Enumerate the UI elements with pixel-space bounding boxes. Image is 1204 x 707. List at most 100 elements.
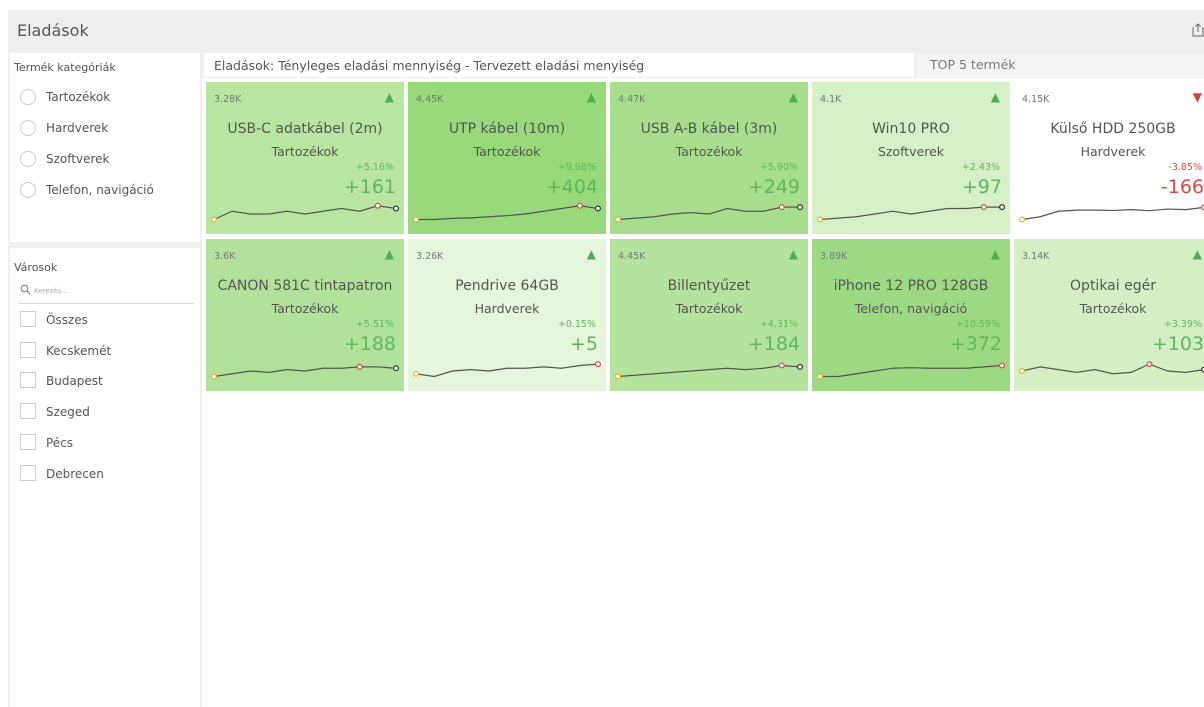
city-option-label: Budapest — [46, 374, 103, 388]
tab-top5-label: TOP 5 termék — [930, 57, 1016, 72]
sparkline-start-point — [412, 370, 420, 377]
sparkline-end-point — [393, 365, 400, 372]
card-product-name: Külső HDD 250GB — [1050, 121, 1176, 137]
sparkline — [816, 362, 1006, 380]
card-category: Hardverek — [474, 301, 540, 316]
card-percent: +2.43% — [961, 162, 1000, 173]
sparkline-start-point — [816, 216, 824, 223]
card-percent: +5.51% — [355, 319, 394, 330]
checkbox-icon[interactable] — [20, 434, 36, 450]
kpi-card[interactable]: 4.15K ▼ Külső HDD 250GB Hardverek -3.85% -166 — [1014, 82, 1204, 234]
sparkline-end-point — [393, 205, 400, 212]
triangle-up-icon: ▲ — [586, 247, 596, 261]
sparkline-end-point — [797, 363, 804, 370]
card-category: Tartozékok — [271, 301, 339, 316]
sparkline-max-point — [1146, 361, 1153, 368]
sparkline-line — [819, 206, 1002, 221]
triangle-up-icon: ▲ — [990, 247, 1000, 261]
sparkline-start-point — [412, 216, 420, 223]
card-product-name: UTP kábel (10m) — [448, 121, 566, 137]
sparkline-end-point — [797, 204, 804, 211]
checkbox-icon[interactable] — [20, 311, 36, 327]
city-search-input[interactable] — [34, 283, 184, 299]
sparkline-start-point — [210, 373, 218, 380]
checkbox-icon[interactable] — [20, 342, 36, 358]
card-percent: +3.39% — [1163, 319, 1202, 330]
card-actual-value: 4.15K — [1022, 94, 1050, 105]
export-icon[interactable] — [1192, 23, 1204, 41]
sparkline-max-point — [778, 362, 785, 369]
checkbox-icon[interactable] — [20, 372, 36, 388]
card-actual-value: 3.6K — [214, 251, 236, 262]
card-category: Telefon, navigáció — [854, 301, 968, 316]
card-product-name: Win10 PRO — [872, 121, 950, 137]
city-filter-panel: Városok Összes Kecskemét Budapest Szeged — [10, 248, 200, 707]
city-search-box[interactable] — [18, 283, 194, 304]
sparkline-line — [1021, 206, 1204, 221]
card-delta: +97 — [961, 176, 1002, 198]
kpi-card[interactable]: 4.1K ▲ Win10 PRO Szoftverek +2.43% +97 — [812, 82, 1010, 234]
kpi-card[interactable]: 4.45K ▲ UTP kábel (10m) Tartozékok +9.98% +40… — [408, 82, 606, 234]
triangle-up-icon: ▲ — [586, 90, 596, 104]
sparkline — [1018, 204, 1204, 223]
card-actual-value: 4.47K — [618, 94, 646, 105]
triangle-up-icon: ▲ — [384, 247, 394, 261]
kpi-card[interactable]: 3.26K ▲ Pendrive 64GB Hardverek +0.15% +5 — [408, 239, 606, 391]
category-option-label: Telefon, navigáció — [46, 183, 154, 197]
sparkline-line — [416, 205, 599, 221]
card-actual-value: 3.26K — [416, 251, 444, 262]
card-delta: +184 — [747, 333, 800, 355]
sparkline-max-point — [595, 361, 602, 368]
kpi-card[interactable]: 4.47K ▲ USB A-B kábel (3m) Tartozékok +5.90%… — [610, 82, 808, 234]
tab-sales-difference[interactable]: Eladások: Tényleges eladási mennyiség - … — [204, 53, 914, 77]
card-delta: +188 — [343, 333, 396, 355]
card-actual-value: 4.1K — [820, 94, 842, 105]
card-product-name: Billentyűzet — [667, 278, 751, 294]
card-percent: -3.85% — [1168, 162, 1202, 173]
card-delta: +5 — [569, 333, 598, 355]
checkbox-icon[interactable] — [20, 403, 36, 419]
card-product-name: CANON 581C tintapatron — [217, 278, 393, 294]
kpi-card[interactable]: 3.89K ▲ iPhone 12 PRO 128GB Telefon, navigá… — [812, 239, 1010, 391]
city-option-label: Debrecen — [46, 467, 104, 481]
sparkline-max-point — [980, 204, 987, 211]
sparkline-max-point — [778, 204, 785, 211]
city-option-label: Kecskemét — [46, 344, 112, 358]
triangle-up-icon: ▲ — [788, 247, 798, 261]
card-product-name: Pendrive 64GB — [455, 278, 559, 294]
sparkline-line — [820, 364, 1003, 378]
category-option-label: Szoftverek — [46, 152, 110, 166]
triangle-down-icon: ▼ — [1192, 90, 1202, 104]
checkbox-icon[interactable] — [20, 465, 36, 481]
card-actual-value: 4.45K — [618, 251, 646, 262]
card-category: Tartozékok — [675, 144, 743, 159]
sparkline-max-point — [356, 363, 363, 370]
category-option-label: Hardverek — [46, 121, 109, 135]
sparkline — [614, 204, 804, 223]
kpi-card[interactable]: 3.6K ▲ CANON 581C tintapatron Tartozékok +5.… — [206, 239, 404, 391]
sparkline — [1018, 361, 1204, 375]
card-product-name: USB A-B kábel (3m) — [640, 121, 778, 137]
kpi-card[interactable]: 4.45K ▲ Billentyűzet Tartozékok +4.31% +184 — [610, 239, 808, 391]
tab-sales-difference-label: Eladások: Tényleges eladási mennyiség - … — [214, 58, 645, 73]
radio-icon[interactable] — [20, 151, 36, 167]
radio-icon[interactable] — [20, 120, 36, 136]
card-percent: +0.15% — [557, 319, 596, 330]
card-category: Tartozékok — [1079, 301, 1147, 316]
sparkline-line — [213, 366, 397, 378]
kpi-card[interactable]: 3.28K ▲ USB-C adatkábel (2m) Tartozékok +5.1… — [206, 82, 404, 234]
search-icon — [20, 284, 31, 298]
triangle-up-icon: ▲ — [1192, 247, 1202, 261]
card-category: Tartozékok — [675, 301, 743, 316]
card-delta: +404 — [545, 176, 598, 198]
radio-icon[interactable] — [20, 89, 36, 105]
card-delta: +249 — [747, 176, 800, 198]
card-category: Hardverek — [1080, 144, 1146, 159]
card-delta: +372 — [949, 333, 1002, 355]
kpi-card[interactable]: 3.14K ▲ Optikai egér Tartozékok +3.39% +103 — [1014, 239, 1204, 391]
triangle-up-icon: ▲ — [788, 90, 798, 104]
sparkline-line — [1021, 363, 1204, 375]
tab-top5[interactable]: TOP 5 termék — [916, 53, 1204, 77]
card-actual-value: 3.89K — [820, 251, 848, 262]
radio-icon[interactable] — [20, 182, 36, 198]
